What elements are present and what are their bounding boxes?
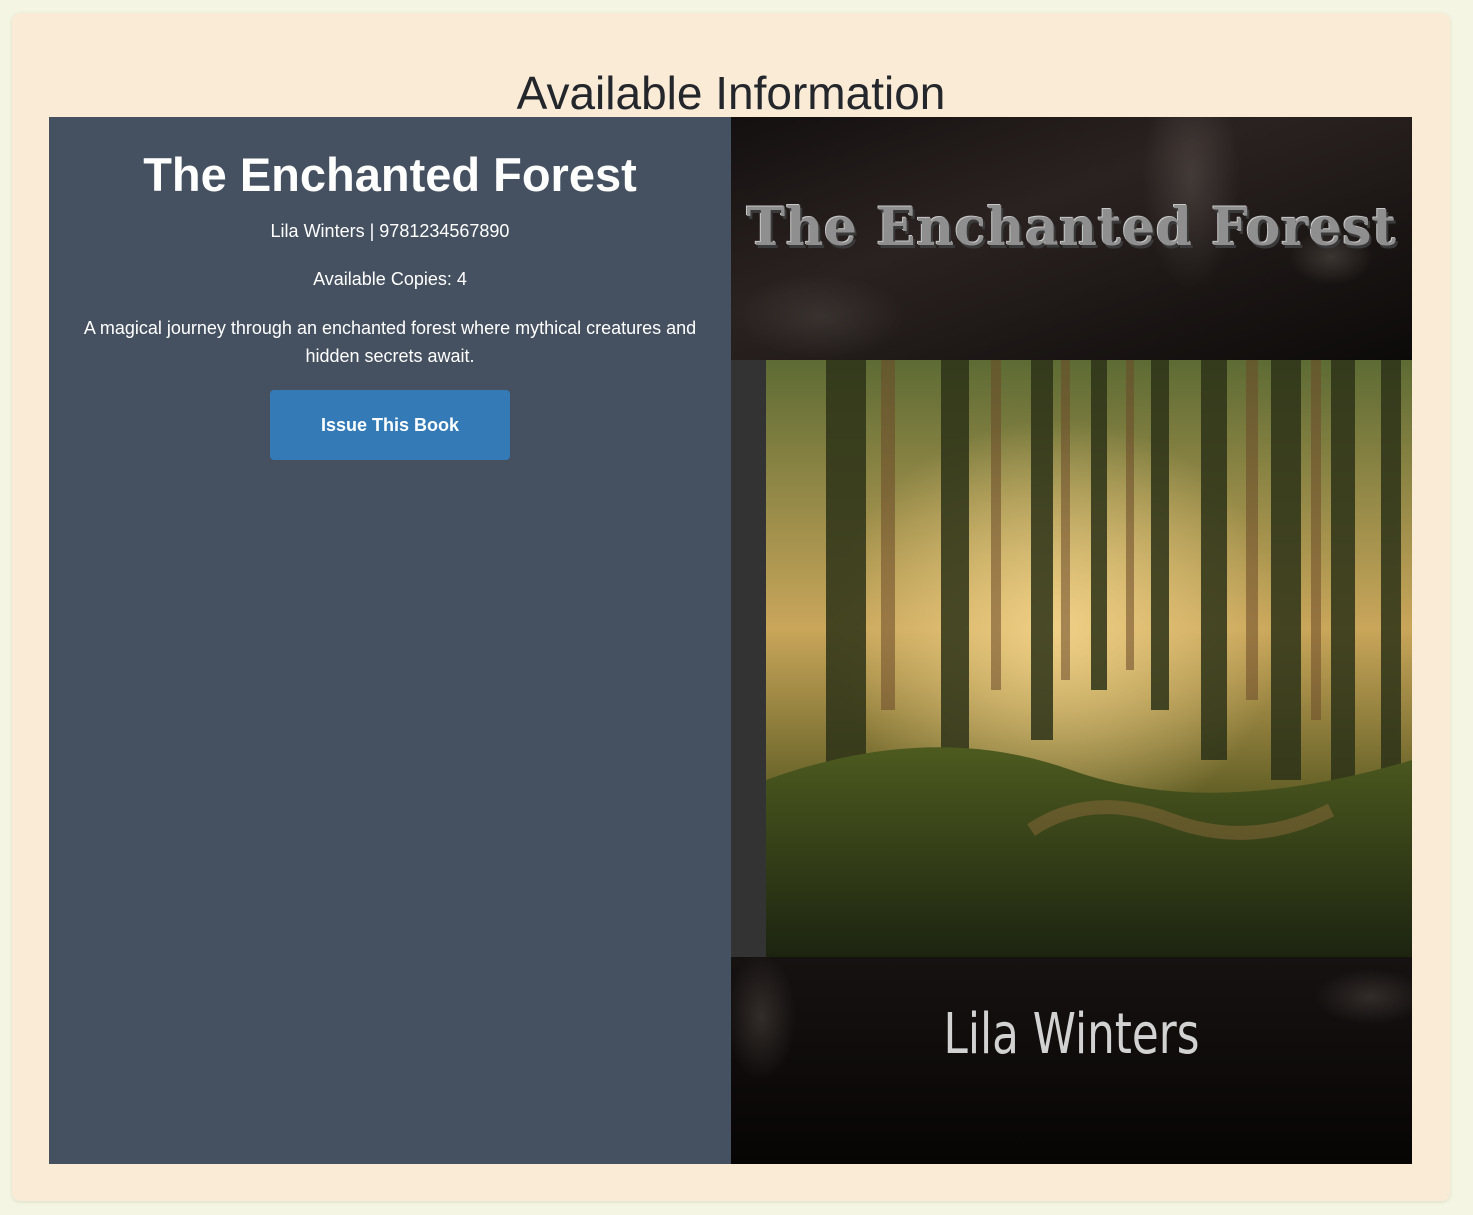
book-isbn: 9781234567890 xyxy=(379,221,510,241)
page-title: Available Information xyxy=(516,67,946,119)
book-author: Lila Winters xyxy=(270,221,365,241)
book-description: A magical journey through an enchanted f… xyxy=(83,318,697,366)
copies-label: Available Copies: xyxy=(313,269,452,289)
cover-top-band: The Enchanted Forest xyxy=(731,117,1412,360)
book-details-card: Available Information The Enchanted Fore… xyxy=(12,13,1450,1201)
book-panel: The Enchanted Forest Lila Winters | 9781… xyxy=(49,117,1412,1164)
available-copies: Available Copies: 4 xyxy=(49,266,731,292)
meta-separator: | xyxy=(369,221,375,241)
forest-illustration xyxy=(731,360,1412,957)
book-title: The Enchanted Forest xyxy=(143,148,637,201)
issue-book-button[interactable]: Issue This Book xyxy=(270,390,510,460)
book-info: The Enchanted Forest Lila Winters | 9781… xyxy=(49,117,731,1164)
cover-forest-photo xyxy=(731,360,1412,957)
copies-count: 4 xyxy=(456,269,467,289)
cover-author: Lila Winters xyxy=(943,1002,1200,1067)
book-cover-image: The Enchanted Forest Lila Winters xyxy=(731,117,1412,1164)
cover-bottom-band: Lila Winters xyxy=(731,957,1412,1164)
cover-title: The Enchanted Forest xyxy=(746,197,1397,258)
book-meta: Lila Winters | 9781234567890 xyxy=(49,218,731,244)
